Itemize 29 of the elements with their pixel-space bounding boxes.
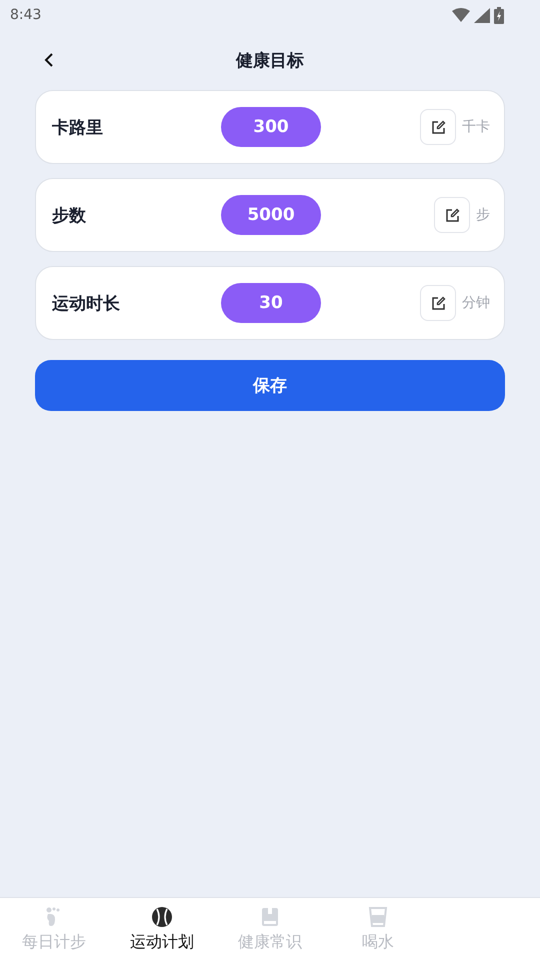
cup-icon: [367, 906, 389, 928]
status-time: 8:43: [10, 7, 42, 23]
page-title: 健康目标: [236, 50, 304, 72]
goal-unit: 步: [476, 206, 490, 224]
save-button[interactable]: 保存: [35, 360, 505, 411]
goal-label: 步数: [52, 204, 87, 226]
wifi-icon: [452, 8, 470, 22]
edit-button[interactable]: [420, 109, 456, 145]
back-icon: [44, 53, 54, 67]
edit-icon: [444, 208, 460, 222]
battery-icon: [494, 6, 504, 24]
goal-value: 5000: [221, 195, 321, 235]
goal-value: 300: [221, 107, 321, 147]
edit-button[interactable]: [434, 197, 470, 233]
ball-icon: [151, 906, 173, 928]
nav-tab[interactable]: 喝水: [324, 898, 432, 960]
goal-unit: 千卡: [462, 118, 490, 136]
goal-label: 运动时长: [52, 292, 121, 314]
signal-icon: [474, 8, 490, 22]
edit-icon: [430, 296, 446, 310]
edit-button[interactable]: [420, 285, 456, 321]
nav-tab[interactable]: 每日计步: [0, 898, 108, 960]
nav-tab[interactable]: 健康常识: [216, 898, 324, 960]
nav-tab[interactable]: 运动计划: [108, 898, 216, 960]
book-icon: [259, 906, 281, 928]
goal-unit: 分钟: [462, 294, 490, 312]
edit-icon: [430, 120, 446, 134]
goal-label: 卡路里: [52, 116, 104, 138]
goal-value: 30: [221, 283, 321, 323]
